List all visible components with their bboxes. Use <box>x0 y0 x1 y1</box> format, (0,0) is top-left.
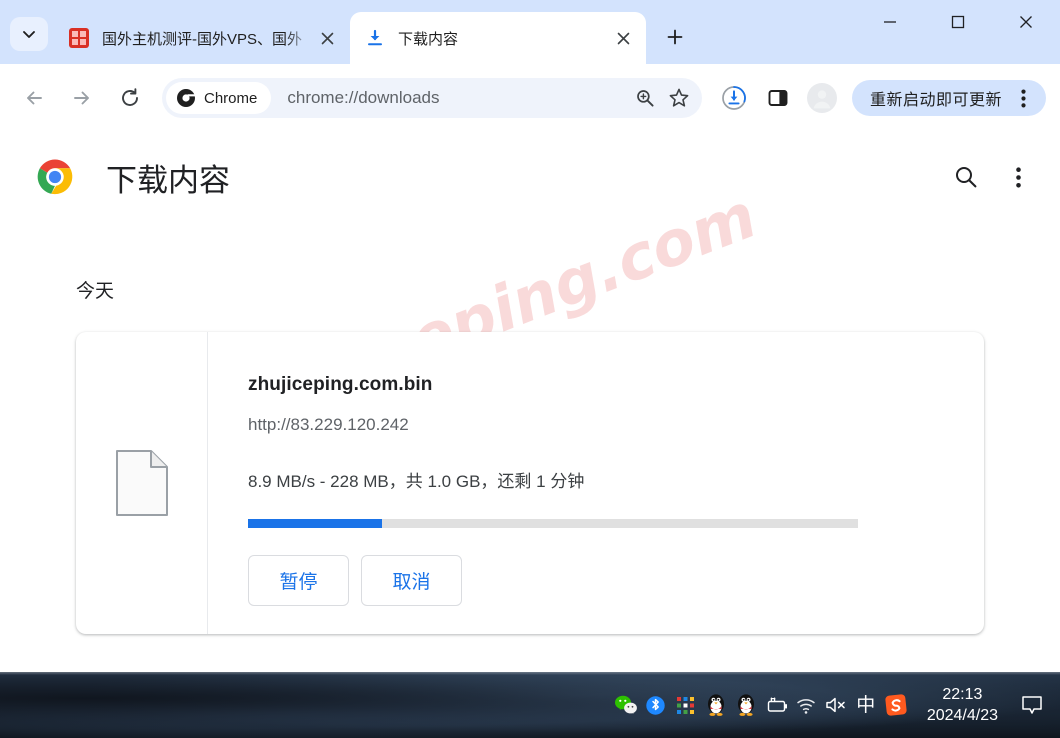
chrome-chip[interactable]: Chrome <box>166 82 272 114</box>
tab-search-button[interactable] <box>10 17 48 51</box>
generic-file-icon <box>115 450 168 516</box>
speech-bubble-icon <box>1022 696 1042 714</box>
download-details: zhujiceping.com.bin http://83.229.120.24… <box>208 332 984 634</box>
tab-strip: 国外主机测评-国外VPS、国外 下载内容 <box>0 0 1060 64</box>
file-icon-pane <box>76 332 208 634</box>
cancel-download-button[interactable]: 取消 <box>361 555 462 606</box>
tab-foreign-host-review[interactable]: 国外主机测评-国外VPS、国外 <box>54 12 350 64</box>
browser-menu-button[interactable] <box>1008 83 1038 113</box>
red-seal-icon <box>68 27 90 49</box>
search-downloads-button[interactable] <box>944 155 988 199</box>
clock-date: 2024/4/23 <box>926 707 998 724</box>
update-button-label: 重新启动即可更新 <box>869 92 1002 109</box>
speaker-muted-icon[interactable] <box>821 683 851 727</box>
bookmark-button[interactable] <box>664 83 694 113</box>
tab-close-button[interactable] <box>610 25 636 51</box>
pause-download-button[interactable]: 暂停 <box>248 555 349 606</box>
reload-icon <box>122 88 138 106</box>
person-icon <box>813 90 831 109</box>
system-tray: 中 22:13 2024/4/23 <box>611 672 1060 738</box>
downloads-more-menu-button[interactable] <box>996 155 1040 199</box>
downloads-header: 下载内容 <box>0 132 1060 222</box>
side-panel-icon <box>768 90 788 106</box>
download-group-label: 今天 <box>76 281 115 302</box>
downloads-button[interactable] <box>714 78 754 118</box>
download-progress-icon <box>722 86 746 110</box>
relaunch-to-update-button[interactable]: 重新启动即可更新 <box>851 80 1046 116</box>
download-icon <box>364 27 386 49</box>
downloads-page: 下载内容 zhujiceping.com 今天 zhujiceping.com.… <box>0 132 1060 672</box>
tab-downloads[interactable]: 下载内容 <box>350 12 646 64</box>
chrome-chip-label: Chrome <box>204 89 258 107</box>
star-icon <box>669 88 689 107</box>
ime-chinese-icon[interactable]: 中 <box>851 683 881 727</box>
maximize-button[interactable] <box>924 0 992 44</box>
download-filename: zhujiceping.com.bin <box>248 374 433 395</box>
plus-icon <box>667 29 683 45</box>
clock-time: 22:13 <box>942 686 983 703</box>
browser-window: 国外主机测评-国外VPS、国外 下载内容 Chrome chrome://dow… <box>0 0 1060 738</box>
back-button[interactable] <box>14 78 54 118</box>
windows-taskbar: 中 22:13 2024/4/23 <box>0 672 1060 738</box>
notification-center-button[interactable] <box>1010 672 1054 738</box>
download-item-card[interactable]: zhujiceping.com.bin http://83.229.120.24… <box>76 332 984 634</box>
kebab-menu-icon <box>1020 89 1026 107</box>
page-title: 下载内容 <box>106 162 230 198</box>
arrow-right-icon <box>74 91 89 105</box>
maximize-icon <box>951 15 965 29</box>
wechat-icon[interactable] <box>611 683 641 727</box>
close-icon <box>617 32 629 44</box>
download-progress-bar <box>248 519 858 528</box>
bluetooth-icon[interactable] <box>641 683 671 727</box>
taskbar-clock[interactable]: 22:13 2024/4/23 <box>911 684 1010 726</box>
battery-charging-icon[interactable] <box>761 683 791 727</box>
minimize-icon <box>884 21 896 23</box>
chrome-logo-icon <box>34 156 76 198</box>
side-panel-button[interactable] <box>758 78 798 118</box>
avatar <box>806 83 837 113</box>
new-tab-button[interactable] <box>658 20 692 54</box>
zoom-in-icon <box>637 90 654 107</box>
color-grid-icon[interactable] <box>671 683 701 727</box>
forward-button[interactable] <box>62 78 102 118</box>
download-source-url: http://83.229.120.242 <box>248 415 409 434</box>
tab-title: 国外主机测评-国外VPS、国外 <box>102 30 303 48</box>
tab-title: 下载内容 <box>398 30 459 48</box>
qq-penguin-icon[interactable] <box>701 683 731 727</box>
close-icon <box>321 32 333 44</box>
browser-toolbar: Chrome chrome://downloads 重新启动即可更新 <box>0 64 1060 132</box>
reload-button[interactable] <box>110 78 150 118</box>
sogou-icon[interactable] <box>881 683 911 727</box>
address-bar[interactable]: Chrome chrome://downloads <box>162 78 702 118</box>
download-status-text: 8.9 MB/s - 228 MB，共 1.0 GB，还剩 1 分钟 <box>248 472 585 491</box>
zoom-button[interactable] <box>630 83 660 113</box>
arrow-left-icon <box>27 91 42 105</box>
window-controls <box>856 0 1060 64</box>
header-actions <box>936 155 1040 199</box>
tab-close-button[interactable] <box>314 25 340 51</box>
minimize-button[interactable] <box>856 0 924 44</box>
qq-penguin-2-icon[interactable] <box>731 683 761 727</box>
chrome-mono-icon <box>177 89 196 107</box>
address-bar-url: chrome://downloads <box>287 88 440 107</box>
close-icon <box>1020 16 1032 28</box>
wifi-icon[interactable] <box>791 683 821 727</box>
chevron-down-icon <box>23 31 35 38</box>
download-actions: 暂停 取消 <box>248 555 954 606</box>
download-progress-fill <box>248 519 383 528</box>
kebab-menu-icon <box>1015 166 1021 188</box>
ime-label: 中 <box>856 694 876 716</box>
close-window-button[interactable] <box>992 0 1060 44</box>
tabs-area: 国外主机测评-国外VPS、国外 下载内容 <box>54 0 856 64</box>
profile-button[interactable] <box>802 78 842 118</box>
search-icon <box>956 167 977 188</box>
